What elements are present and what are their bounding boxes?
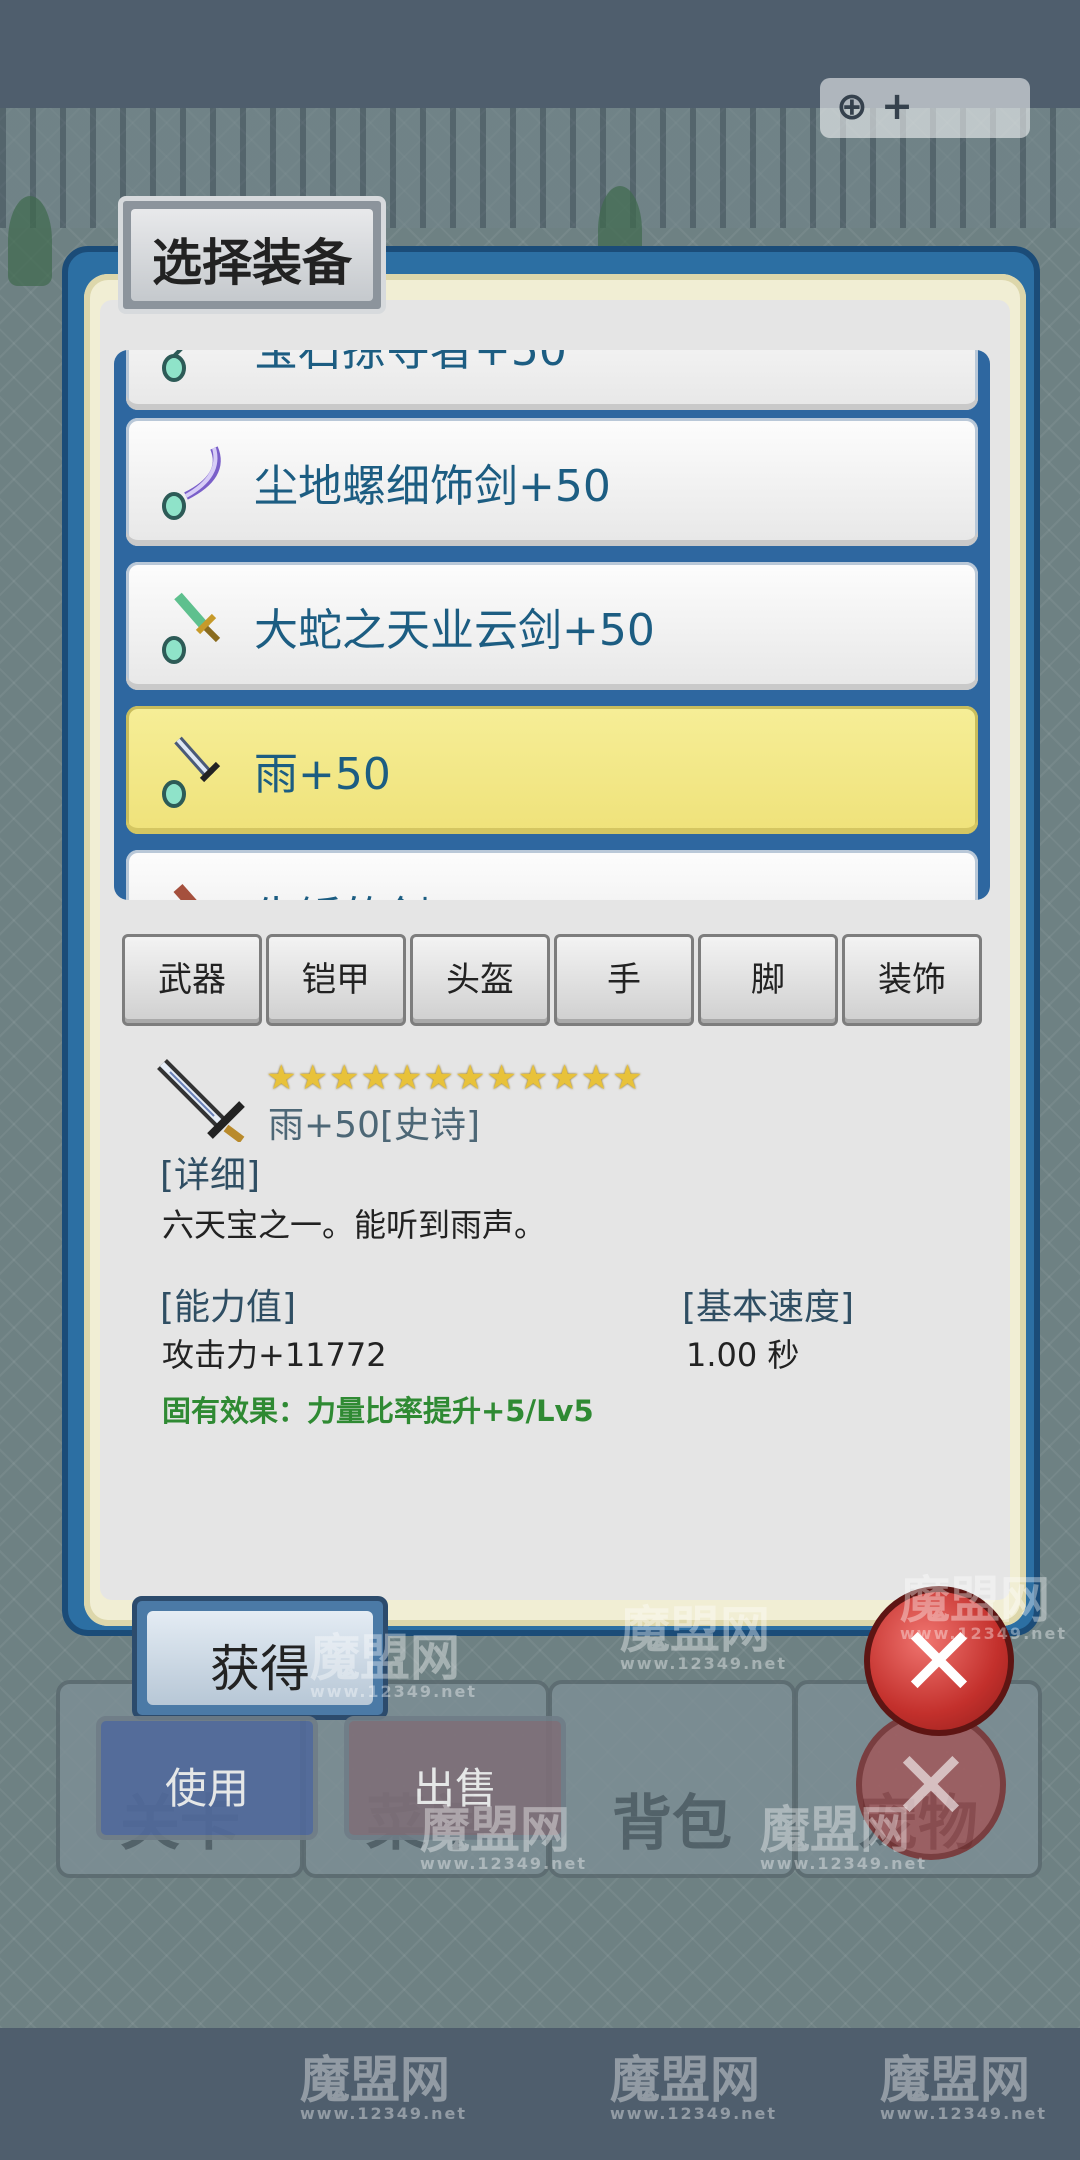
watermark: 魔盟网 www.12349.net bbox=[620, 1601, 788, 1673]
equipment-item[interactable]: 尘地螺细饰剑+50 bbox=[126, 418, 978, 546]
equipment-item-selected[interactable]: 雨+50 bbox=[126, 706, 978, 834]
green-sword-icon bbox=[162, 592, 221, 664]
hud-counter: ⊕ + bbox=[820, 78, 1030, 138]
description-text: 六天宝之一。能听到雨声。 bbox=[162, 1206, 547, 1244]
use-button-label: 使用 bbox=[164, 1764, 249, 1813]
dialog-title-tab: 选择装备 bbox=[118, 196, 386, 314]
tab-hand[interactable]: 手 bbox=[554, 934, 694, 1026]
watermark: 魔盟网 www.12349.net bbox=[900, 1571, 1068, 1643]
watermark: 魔盟网 www.12349.net bbox=[880, 2051, 1048, 2123]
tab-accessory[interactable]: 装饰 bbox=[842, 934, 982, 1026]
watermark: 魔盟网 www.12349.net bbox=[610, 2051, 778, 2123]
bg-bag-label: 背包 bbox=[612, 1789, 732, 1859]
equipment-name: 尘地螺细饰剑+50 bbox=[254, 461, 611, 512]
equipment-name: 雨+50 bbox=[254, 749, 391, 800]
dialog-title: 选择装备 bbox=[152, 234, 352, 292]
curved-sword-icon bbox=[162, 446, 221, 520]
category-tabs: 武器 铠甲 头盔 手 脚 装饰 bbox=[122, 934, 982, 1026]
tree-decoration bbox=[8, 196, 52, 286]
equipment-name: 生锈的剑+50 bbox=[254, 882, 523, 900]
speed-value: 1.00 秒 bbox=[686, 1336, 800, 1374]
stats-label: [能力值] bbox=[160, 1287, 297, 1328]
rusty-sword-icon bbox=[173, 884, 197, 900]
equipment-item[interactable]: 生锈的剑+50 bbox=[126, 850, 978, 900]
tab-weapon[interactable]: 武器 bbox=[122, 934, 262, 1026]
tab-foot[interactable]: 脚 bbox=[698, 934, 838, 1026]
speed-label: [基本速度] bbox=[682, 1287, 855, 1328]
watermark: 魔盟网 www.12349.net bbox=[420, 1801, 588, 1873]
gem-sword-icon bbox=[162, 350, 186, 382]
equipment-item[interactable]: 大蛇之天业云剑+50 bbox=[126, 562, 978, 690]
tab-helmet[interactable]: 头盔 bbox=[410, 934, 550, 1026]
selected-sword-icon bbox=[157, 1059, 245, 1142]
tab-armor[interactable]: 铠甲 bbox=[266, 934, 406, 1026]
equipment-list[interactable]: 宝石掠夺者+50 尘地螺细饰剑+50 大蛇之天业云剑+50 雨+50 生 bbox=[114, 350, 990, 900]
watermark: 魔盟网 www.12349.net bbox=[760, 1801, 928, 1873]
attack-value: 攻击力+11772 bbox=[162, 1336, 387, 1374]
equipment-name: 大蛇之天业云剑+50 bbox=[254, 605, 655, 656]
blue-sword-icon bbox=[162, 736, 221, 808]
detail-label: [详细] bbox=[160, 1155, 261, 1196]
equipment-item[interactable]: 宝石掠夺者+50 bbox=[126, 350, 978, 410]
rarity-stars: ★★★★★★★★★★★★ bbox=[266, 1058, 644, 1098]
watermark: 魔盟网 www.12349.net bbox=[310, 1629, 478, 1701]
equipment-name: 宝石掠夺者+50 bbox=[254, 350, 567, 376]
plus-icon: ⊕ + bbox=[836, 84, 913, 128]
use-button: 使用 bbox=[96, 1716, 318, 1840]
selected-equipment-name: 雨+50[史诗] bbox=[268, 1105, 481, 1146]
inherent-effect: 固有效果：力量比率提升+5/Lv5 bbox=[162, 1394, 594, 1428]
watermark: 魔盟网 www.12349.net bbox=[300, 2051, 468, 2123]
